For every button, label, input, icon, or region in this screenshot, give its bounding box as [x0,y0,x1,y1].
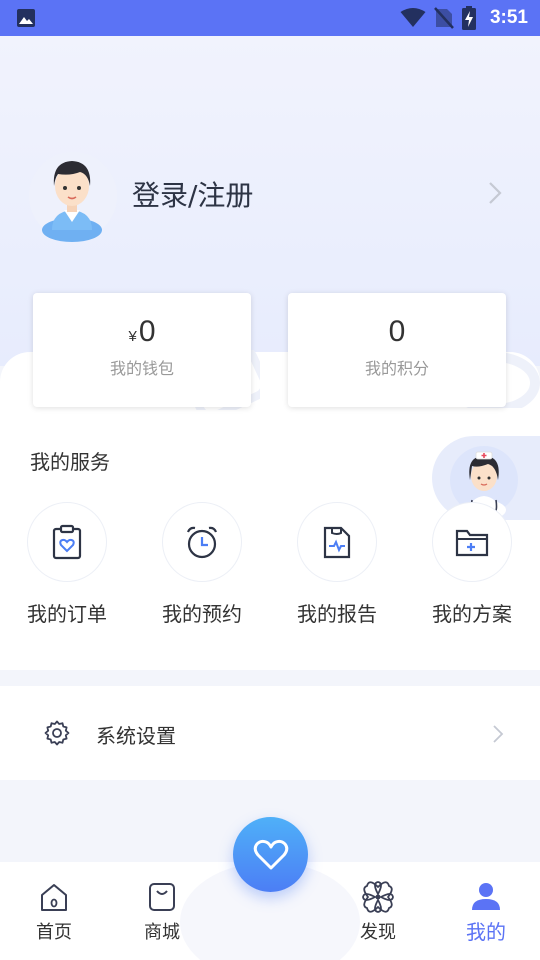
no-sim-icon [434,7,454,29]
tab-home[interactable]: 首页 [14,880,94,944]
tab-label: 首页 [36,922,72,943]
service-appointments[interactable]: 我的预约 [162,502,242,627]
wifi-icon [400,8,426,27]
shopping-bag-icon [149,883,175,911]
status-time: 3:51 [489,7,528,28]
battery-charging-icon [461,6,476,30]
clover-icon [362,881,394,913]
heart-icon [253,839,288,869]
service-icon-circle [297,502,377,582]
wallet-label: 我的钱包 [109,359,174,378]
service-plans[interactable]: 我的方案 [432,502,512,627]
tab-mall[interactable]: 商城 [122,880,202,944]
chevron-right-icon[interactable] [486,180,504,206]
points-card[interactable]: 0 我的积分 [288,293,506,407]
tab-mine[interactable]: 我的 [446,880,526,945]
service-orders[interactable]: 我的订单 [27,502,107,627]
wallet-value: 0 [138,315,156,348]
tab-label: 发现 [360,922,396,943]
tab-discover[interactable]: 发现 [338,880,418,944]
points-label: 我的积分 [364,359,429,378]
wallet-amount: ¥0 [33,315,251,349]
chevron-right-icon [493,725,504,743]
currency-symbol: ¥ [128,328,137,345]
service-label: 我的预约 [162,602,242,626]
person-icon [472,883,500,910]
login-register-link[interactable]: 登录/注册 [132,174,253,214]
service-icon-circle [432,502,512,582]
center-heart-button[interactable] [233,817,308,892]
service-label: 我的订单 [27,602,107,626]
gallery-icon [17,9,35,27]
wallet-card[interactable]: ¥0 我的钱包 [33,293,251,407]
service-label: 我的报告 [297,602,377,626]
service-icon-circle [27,502,107,582]
tab-label: 我的 [466,920,506,944]
service-reports[interactable]: 我的报告 [297,502,377,627]
status-bar: 3:51 [0,0,540,36]
gear-icon [44,720,70,746]
alarm-clock-icon [186,526,218,559]
tab-label: 商城 [144,922,180,943]
folder-plus-icon [455,529,489,557]
service-icon-circle [162,502,242,582]
system-settings-label: 系统设置 [96,724,176,748]
system-settings-row[interactable]: 系统设置 [0,686,540,780]
report-pulse-icon [323,526,351,559]
points-value: 0 [388,315,406,348]
services-title: 我的服务 [30,450,110,474]
home-icon [41,884,67,911]
clipboard-heart-icon [52,524,82,560]
service-label: 我的方案 [432,602,512,626]
user-avatar-icon[interactable] [28,146,118,246]
